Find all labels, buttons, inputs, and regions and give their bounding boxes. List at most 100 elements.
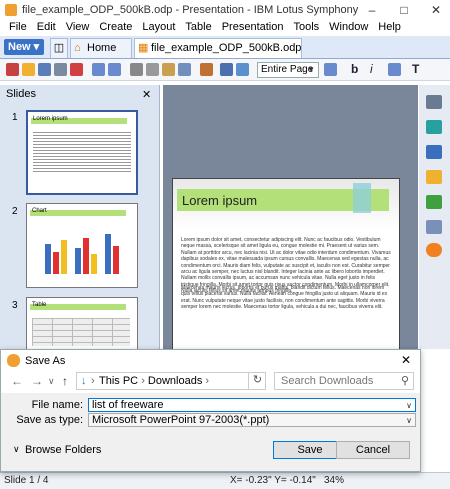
slide-thumbnail-1[interactable]: Lorem ipsum — [26, 110, 138, 195]
dialog-title: Save As — [25, 355, 66, 367]
menu-create[interactable]: Create — [94, 20, 137, 36]
slide-decoration — [353, 183, 371, 213]
shrink-font-icon[interactable] — [324, 63, 337, 76]
menu-presentation[interactable]: Presentation — [217, 20, 289, 36]
insert-chart-icon[interactable] — [236, 63, 249, 76]
thumb-chart-bar — [105, 234, 111, 274]
chevron-down-icon: ▼ — [307, 65, 315, 74]
slide-layout-icon[interactable] — [426, 145, 442, 159]
window-title: file_example_ODP_500kB.odp - Presentatio… — [22, 4, 359, 16]
up-arrow-icon[interactable]: ↑ — [62, 374, 68, 388]
chevron-down-icon: ∨ — [406, 416, 412, 425]
copy-icon[interactable] — [146, 63, 159, 76]
menu-table[interactable]: Table — [180, 20, 216, 36]
save-type-label: Save as type: — [16, 414, 83, 426]
tab-document[interactable]: ▦ file_example_ODP_500kB.odp — [134, 38, 302, 58]
zoom-mode-select[interactable]: Entire Page ▼ — [257, 62, 319, 78]
menu-tools[interactable]: Tools — [288, 20, 324, 36]
slide-tools-icon[interactable] — [6, 63, 19, 76]
zoom-level[interactable]: 34% — [324, 475, 344, 486]
browse-folders-toggle[interactable]: Browse Folders — [25, 444, 101, 456]
file-name-field[interactable]: list of freeware ∨ — [88, 398, 416, 412]
app-icon — [5, 4, 17, 16]
new-button[interactable]: New ▾ — [4, 39, 44, 55]
search-input[interactable]: Search Downloads ⚲ — [274, 372, 414, 390]
thumb-chart-bar — [113, 246, 119, 274]
file-name-label: File name: — [31, 399, 83, 411]
redo-icon[interactable] — [108, 63, 121, 76]
breadcrumb-downloads[interactable]: Downloads — [148, 375, 202, 387]
main-toolbar: Entire Page ▼ b i T — [0, 59, 450, 81]
open-folder-icon[interactable] — [22, 63, 35, 76]
recent-chevron-icon[interactable]: ∨ — [48, 376, 55, 387]
bold-icon[interactable]: b — [351, 62, 358, 76]
slide-thumbnail-3[interactable]: Table — [26, 297, 138, 352]
thumb-chart-bar — [75, 248, 81, 274]
slide-paragraph-2[interactable]: Maecenas mauris lectus, lobortis et puru… — [181, 285, 393, 311]
zoom-mode-value: Entire Page — [261, 64, 314, 75]
dialog-fields: File name: list of freeware ∨ Save as ty… — [1, 393, 420, 427]
refresh-icon[interactable]: ↻ — [248, 372, 266, 390]
tab-overview-icon[interactable]: ◫ — [50, 38, 68, 58]
save-type-value: Microsoft PowerPoint 97-2003(*.ppt) — [92, 414, 270, 426]
thumb-chart-bar — [53, 252, 59, 274]
save-type-select[interactable]: Microsoft PowerPoint 97-2003(*.ppt) ∨ — [88, 413, 416, 427]
breadcrumb[interactable]: ↓ › This PC › Downloads › — [76, 372, 266, 390]
effects-icon[interactable] — [426, 195, 442, 209]
presentation-icon: ▦ — [138, 42, 149, 54]
properties-icon[interactable] — [426, 95, 442, 109]
undo-icon[interactable] — [92, 63, 105, 76]
back-arrow-icon[interactable]: ← — [11, 374, 23, 388]
text-properties-icon[interactable]: T — [412, 62, 419, 76]
save-icon[interactable] — [38, 63, 51, 76]
file-name-value: list of freeware — [92, 399, 164, 411]
menu-window[interactable]: Window — [324, 20, 373, 36]
menu-edit[interactable]: Edit — [32, 20, 61, 36]
thumb-title: Chart — [32, 208, 47, 214]
thumb-chart-bar — [83, 238, 89, 274]
expand-chevron-icon[interactable]: ∨ — [13, 444, 20, 455]
slide-editor[interactable]: Lorem ipsum Lorem ipsum dolor sit amet, … — [172, 178, 400, 350]
search-placeholder: Search Downloads — [281, 375, 374, 387]
menu-layout[interactable]: Layout — [137, 20, 180, 36]
transitions-icon[interactable] — [426, 170, 442, 184]
thumb-chart-bar — [91, 254, 97, 274]
chevron-down-icon[interactable]: ∨ — [406, 400, 412, 412]
dialog-app-icon — [7, 354, 20, 367]
slides-panel-header: Slides ✕ — [6, 88, 156, 102]
find-icon[interactable] — [200, 63, 213, 76]
tab-document-label: file_example_ODP_500kB.odp — [151, 42, 302, 54]
export-pdf-icon[interactable] — [70, 63, 83, 76]
thumb-text-lines — [33, 132, 131, 172]
slide-thumbnail-2[interactable]: Chart — [26, 203, 138, 288]
close-icon[interactable]: ✕ — [398, 352, 414, 368]
forward-arrow-icon[interactable]: → — [31, 374, 43, 388]
insert-table-icon[interactable] — [220, 63, 233, 76]
menu-help[interactable]: Help — [373, 20, 406, 36]
thumb-number: 2 — [12, 206, 18, 217]
menu-view[interactable]: View — [61, 20, 95, 36]
maximize-button[interactable]: □ — [392, 2, 416, 18]
menu-file[interactable]: File — [4, 20, 32, 36]
italic-icon[interactable]: i — [370, 62, 373, 76]
minimize-button[interactable]: – — [360, 2, 384, 18]
styles-icon[interactable] — [426, 243, 442, 257]
slide-title[interactable]: Lorem ipsum — [182, 193, 257, 208]
cancel-button[interactable]: Cancel — [336, 441, 410, 459]
clip-art-icon[interactable] — [426, 120, 442, 134]
navigator-icon[interactable] — [426, 220, 442, 234]
close-window-button[interactable]: ✕ — [424, 2, 448, 18]
paste-icon[interactable] — [162, 63, 175, 76]
dialog-footer: ∨ Browse Folders Save Cancel — [1, 427, 420, 471]
thumb-chart-bar — [45, 244, 51, 274]
thumb-chart-bar — [61, 240, 67, 274]
print-icon[interactable] — [54, 63, 67, 76]
breadcrumb-separator-icon: › — [91, 375, 95, 387]
home-icon: ⌂ — [74, 42, 81, 54]
close-panel-icon[interactable]: ✕ — [142, 88, 151, 101]
tab-home[interactable]: ⌂ Home — [70, 38, 132, 58]
breadcrumb-this-pc[interactable]: This PC — [99, 375, 138, 387]
underline-icon[interactable] — [388, 63, 401, 76]
cut-icon[interactable] — [130, 63, 143, 76]
format-painter-icon[interactable] — [178, 63, 191, 76]
